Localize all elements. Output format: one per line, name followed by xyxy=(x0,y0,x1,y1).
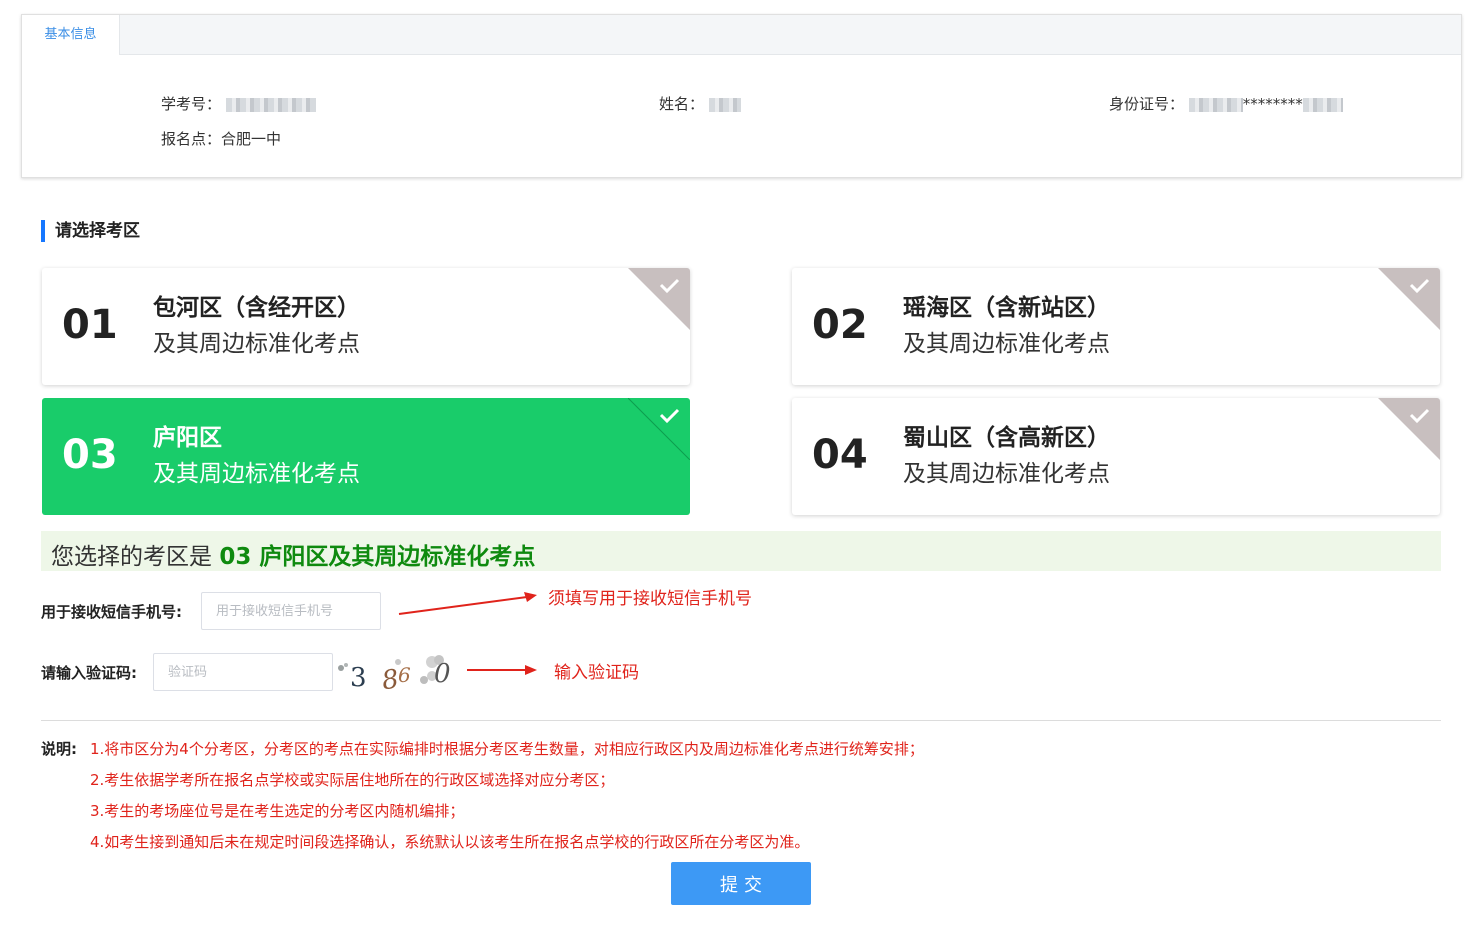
checkmark-corner-icon xyxy=(1378,398,1440,460)
district-name: 蜀山区（含高新区） xyxy=(903,425,1110,451)
selected-district-text: 您选择的考区是 03 庐阳区及其周边标准化考点 xyxy=(51,537,535,571)
phone-annotation: 须填写用于接收短信手机号 xyxy=(548,589,752,609)
divider xyxy=(41,720,1441,721)
exam-number-redacted xyxy=(225,97,316,112)
note-item: 3.考生的考场座位号是在考生选定的分考区内随机编排； xyxy=(90,802,465,820)
id-number-redacted-start xyxy=(1188,97,1243,112)
id-number-field: 身份证号： ******** xyxy=(1109,93,1343,114)
id-number-label: 身份证号： xyxy=(1109,95,1185,113)
district-card-03[interactable]: 03 庐阳区 及其周边标准化考点 xyxy=(42,398,690,515)
captcha-annotation: 输入验证码 xyxy=(554,663,639,683)
checkmark-corner-icon xyxy=(628,398,690,460)
district-card-01[interactable]: 01 包河区（含经开区） 及其周边标准化考点 xyxy=(42,268,690,385)
selected-district-value: 03 庐阳区及其周边标准化考点 xyxy=(219,544,536,570)
selected-district-prefix: 您选择的考区是 xyxy=(51,544,220,570)
district-number: 02 xyxy=(812,302,868,348)
notes-label: 说明: xyxy=(41,740,77,758)
district-number: 01 xyxy=(62,302,118,348)
name-label: 姓名： xyxy=(659,95,705,113)
note-item: 1.将市区分为4个分考区，分考区的考点在实际编排时根据分考区考生数量，对相应行政… xyxy=(90,740,924,758)
exam-number-field: 学考号： xyxy=(161,93,316,114)
district-subtitle: 及其周边标准化考点 xyxy=(903,331,1110,357)
selected-district-bar: 您选择的考区是 03 庐阳区及其周边标准化考点 xyxy=(41,531,1441,571)
exam-number-label: 学考号： xyxy=(161,95,222,113)
phone-label: 用于接收短信手机号: xyxy=(41,603,182,621)
annotation-arrow-icon xyxy=(398,592,537,615)
district-card-02[interactable]: 02 瑶海区（含新站区） 及其周边标准化考点 xyxy=(792,268,1440,385)
svg-text:0: 0 xyxy=(434,659,451,689)
phone-input[interactable] xyxy=(201,592,381,630)
district-card-04[interactable]: 04 蜀山区（含高新区） 及其周边标准化考点 xyxy=(792,398,1440,515)
name-field: 姓名： xyxy=(659,93,741,114)
district-subtitle: 及其周边标准化考点 xyxy=(903,461,1110,487)
district-subtitle: 及其周边标准化考点 xyxy=(153,331,360,357)
svg-text:3: 3 xyxy=(350,663,367,692)
district-name: 包河区（含经开区） xyxy=(153,295,360,321)
registration-site-label: 报名点： xyxy=(161,130,222,148)
district-number: 04 xyxy=(812,432,868,478)
id-number-masked: ******** xyxy=(1242,95,1303,113)
registration-site-value: 合肥一中 xyxy=(221,130,282,148)
district-name: 庐阳区 xyxy=(153,425,222,451)
captcha-input[interactable] xyxy=(153,653,333,691)
checkmark-corner-icon xyxy=(628,268,690,330)
checkmark-corner-icon xyxy=(1378,268,1440,330)
captcha-image[interactable]: 3 8 6 0 xyxy=(336,652,456,692)
captcha-label: 请输入验证码: xyxy=(41,664,137,682)
section-title: 请选择考区 xyxy=(41,220,140,242)
note-item: 2.考生依据学考所在报名点学校或实际居住地所在的行政区域选择对应分考区； xyxy=(90,771,615,789)
name-redacted xyxy=(708,97,741,112)
tab-basic-info[interactable]: 基本信息 xyxy=(22,15,120,55)
submit-button[interactable]: 提交 xyxy=(671,862,811,905)
annotation-arrow-icon xyxy=(467,665,537,675)
basic-info-card: 基本信息 学考号： 姓名： 身份证号： ******** 报名点：合肥一中 xyxy=(21,14,1462,178)
note-item: 4.如考生接到通知后未在规定时间段选择确认，系统默认以该考生所在报名点学校的行政… xyxy=(90,833,810,851)
district-number: 03 xyxy=(62,432,118,478)
registration-site-field: 报名点：合肥一中 xyxy=(161,128,281,149)
id-number-redacted-end xyxy=(1302,97,1343,112)
district-subtitle: 及其周边标准化考点 xyxy=(153,461,360,487)
svg-text:6: 6 xyxy=(398,663,411,687)
info-tab-bar: 基本信息 xyxy=(22,15,1461,55)
district-name: 瑶海区（含新站区） xyxy=(903,295,1110,321)
